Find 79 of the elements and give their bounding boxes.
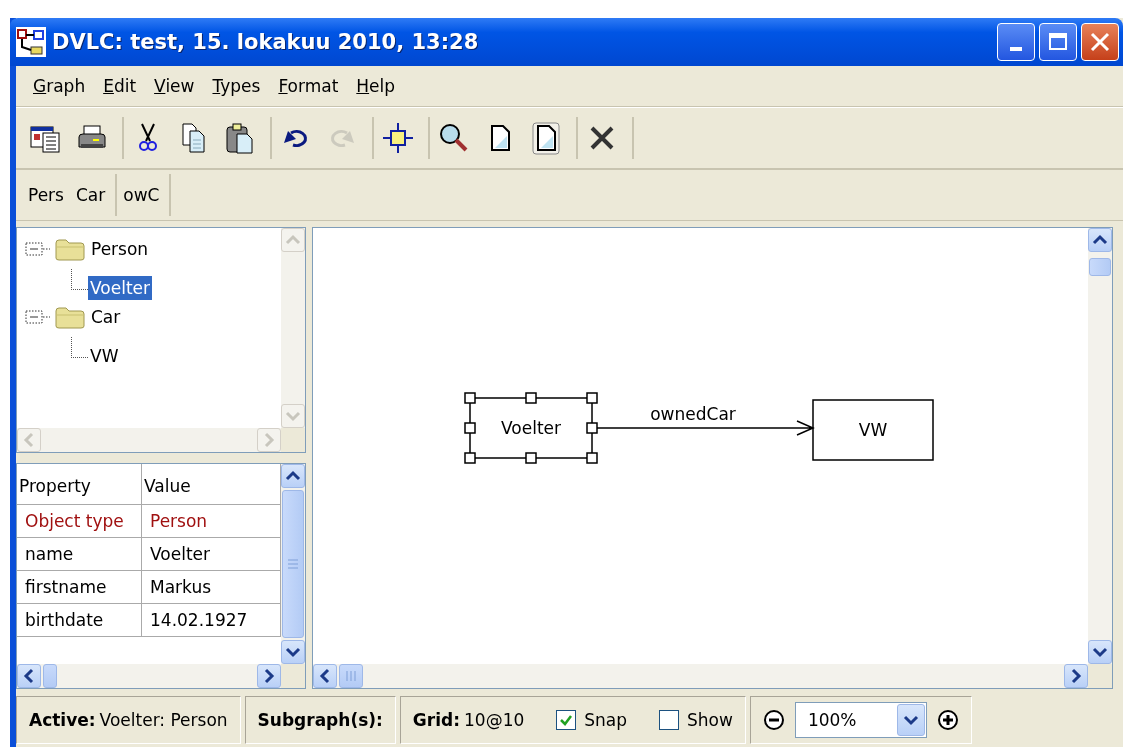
- checkmark-icon: [559, 713, 574, 727]
- scroll-up-button[interactable]: [1088, 228, 1112, 252]
- tree-item[interactable]: Person: [89, 237, 151, 261]
- folder-icon: [55, 237, 85, 261]
- scroll-down-button[interactable]: [281, 640, 305, 664]
- palette-button[interactable]: Car: [71, 183, 110, 207]
- tree-item[interactable]: VW: [88, 344, 121, 368]
- scroll-left-button[interactable]: [313, 664, 337, 688]
- menu-item[interactable]: Edit: [94, 74, 146, 98]
- vertical-scrollbar[interactable]: [281, 464, 305, 664]
- checkbox[interactable]: [556, 710, 577, 730]
- window-title: DVLC: test, 15. lokakuu 2010, 13:28: [52, 30, 480, 54]
- horizontal-scrollbar[interactable]: [17, 664, 281, 688]
- folder-icon: [55, 305, 85, 329]
- status-text: 10@10: [464, 710, 525, 730]
- table-cell: firstname: [17, 571, 142, 604]
- minimize-icon: [1010, 47, 1022, 51]
- scroll-right-button[interactable]: [257, 664, 281, 688]
- node-label: Voelter: [501, 418, 561, 438]
- scrollbar-corner: [1088, 664, 1112, 688]
- scroll-down-button[interactable]: [1088, 640, 1112, 664]
- vertical-scrollbar[interactable]: [1088, 228, 1112, 664]
- zoom-dropdown[interactable]: 100%: [794, 702, 927, 738]
- menu-item[interactable]: Help: [347, 74, 405, 98]
- horizontal-scrollbar[interactable]: [313, 664, 1088, 688]
- status-label: Grid:: [412, 710, 460, 730]
- status-text: Voelter: Person: [99, 710, 228, 730]
- scroll-thumb[interactable]: [1089, 258, 1111, 276]
- node-label: VW: [858, 420, 888, 440]
- menu-item[interactable]: Graph: [24, 74, 95, 98]
- menu-item[interactable]: Format: [269, 74, 348, 98]
- app-icon: [16, 27, 46, 57]
- scroll-left-button[interactable]: [17, 664, 41, 688]
- menu-item[interactable]: Types: [203, 74, 270, 98]
- tree-item[interactable]: Voelter: [88, 276, 152, 300]
- close-icon: [1089, 31, 1111, 53]
- framed-page-icon: [529, 121, 563, 155]
- scrollbar-corner: [281, 428, 305, 452]
- checkbox[interactable]: [659, 710, 680, 730]
- minimize-button[interactable]: [997, 23, 1035, 61]
- scroll-thumb[interactable]: [339, 664, 363, 688]
- column-header[interactable]: Property: [17, 464, 142, 505]
- zoom-out-icon[interactable]: [762, 709, 785, 731]
- status-label: Subgraph(s):: [257, 710, 383, 730]
- resize-handle[interactable]: [464, 452, 476, 464]
- scroll-thumb[interactable]: [43, 664, 57, 688]
- grip-icon: [345, 670, 357, 682]
- maximize-button[interactable]: [1039, 23, 1077, 61]
- resize-handle[interactable]: [525, 452, 537, 464]
- resize-handle[interactable]: [464, 392, 476, 404]
- resize-handle[interactable]: [586, 452, 598, 464]
- scroll-thumb[interactable]: [282, 490, 304, 638]
- status-label: Active:: [29, 710, 96, 730]
- palette-button[interactable]: Pers: [24, 183, 68, 207]
- resize-handle[interactable]: [525, 392, 537, 404]
- arrow[interactable]: [596, 420, 815, 436]
- palette-button[interactable]: owC: [119, 183, 164, 207]
- tree-line: [71, 337, 88, 358]
- checkbox-label: Show: [687, 710, 733, 730]
- maximize-icon: [1047, 31, 1069, 53]
- diagram-node[interactable]: [469, 397, 593, 459]
- diagram-node[interactable]: [812, 399, 934, 461]
- resize-handle[interactable]: [586, 422, 598, 434]
- close-button[interactable]: [1081, 23, 1119, 61]
- edge-label: ownedCar: [650, 404, 736, 424]
- resize-handle[interactable]: [464, 422, 476, 434]
- checkbox-label: Snap: [584, 710, 628, 730]
- zoom-in-icon[interactable]: [936, 709, 959, 731]
- table-cell: Object type: [17, 505, 142, 538]
- table-cell: birthdate: [17, 604, 142, 637]
- scroll-up-button[interactable]: [281, 464, 305, 488]
- table-cell: name: [17, 538, 142, 571]
- resize-handle[interactable]: [586, 392, 598, 404]
- tree-item[interactable]: Car: [89, 305, 123, 329]
- crosshair-icon: [381, 121, 415, 155]
- menu-item[interactable]: View: [145, 74, 204, 98]
- scrollbar-corner: [281, 664, 305, 688]
- scroll-right-button[interactable]: [1064, 664, 1088, 688]
- grip-icon: [287, 558, 299, 570]
